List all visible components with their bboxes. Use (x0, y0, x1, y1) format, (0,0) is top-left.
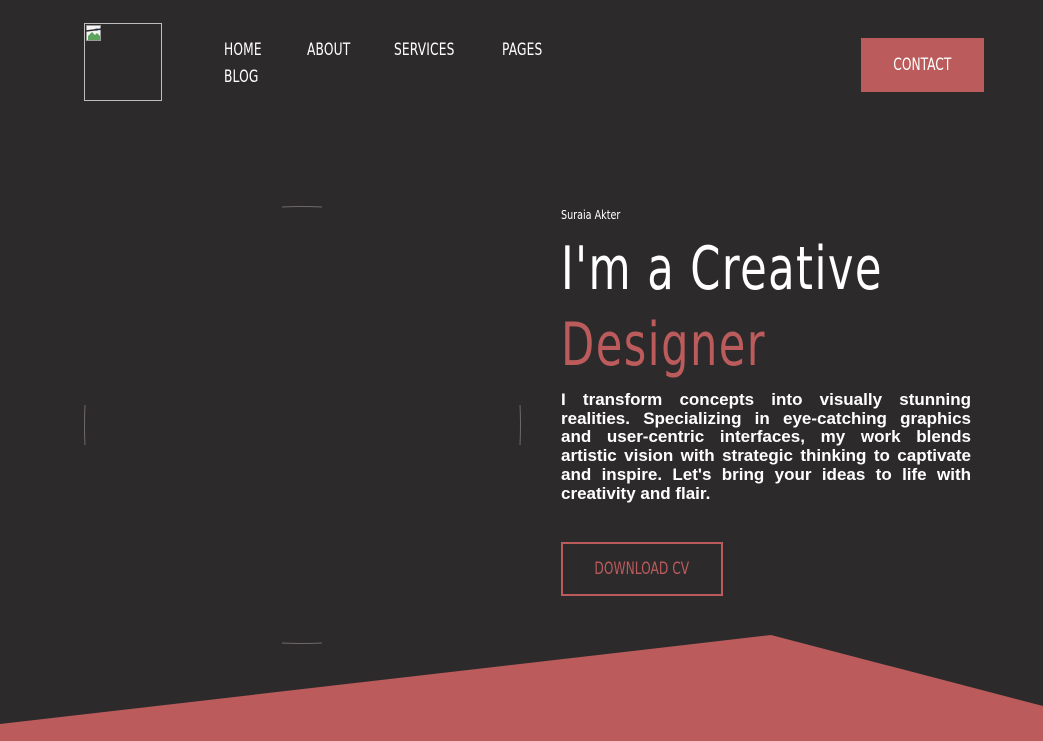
contact-button[interactable]: CONTACT (861, 38, 984, 92)
nav-home[interactable]: HOME (224, 40, 262, 60)
hero-headline: I'm a Creative Designer (561, 231, 883, 383)
nav-pages[interactable]: PAGES (502, 40, 542, 60)
contact-button-label: CONTACT (893, 55, 952, 75)
nav-services[interactable]: SERVICES (394, 40, 455, 60)
download-cv-button[interactable]: DOWNLOAD CV (561, 542, 723, 596)
headline-line2: Designer (561, 310, 767, 380)
download-cv-label: DOWNLOAD CV (594, 559, 690, 579)
logo[interactable] (84, 23, 162, 101)
nav-blog[interactable]: BLOG (224, 67, 258, 87)
portrait-frame (84, 206, 521, 644)
nav-about[interactable]: ABOUT (307, 40, 350, 60)
headline-line1: I'm a Creative (561, 234, 883, 304)
hero-description: I transform concepts into visually stunn… (561, 390, 971, 503)
broken-image-icon (86, 25, 102, 41)
hero-section: Suraia Akter I'm a Creative Designer I t… (561, 205, 981, 503)
hero-name: Suraia Akter (561, 208, 621, 222)
